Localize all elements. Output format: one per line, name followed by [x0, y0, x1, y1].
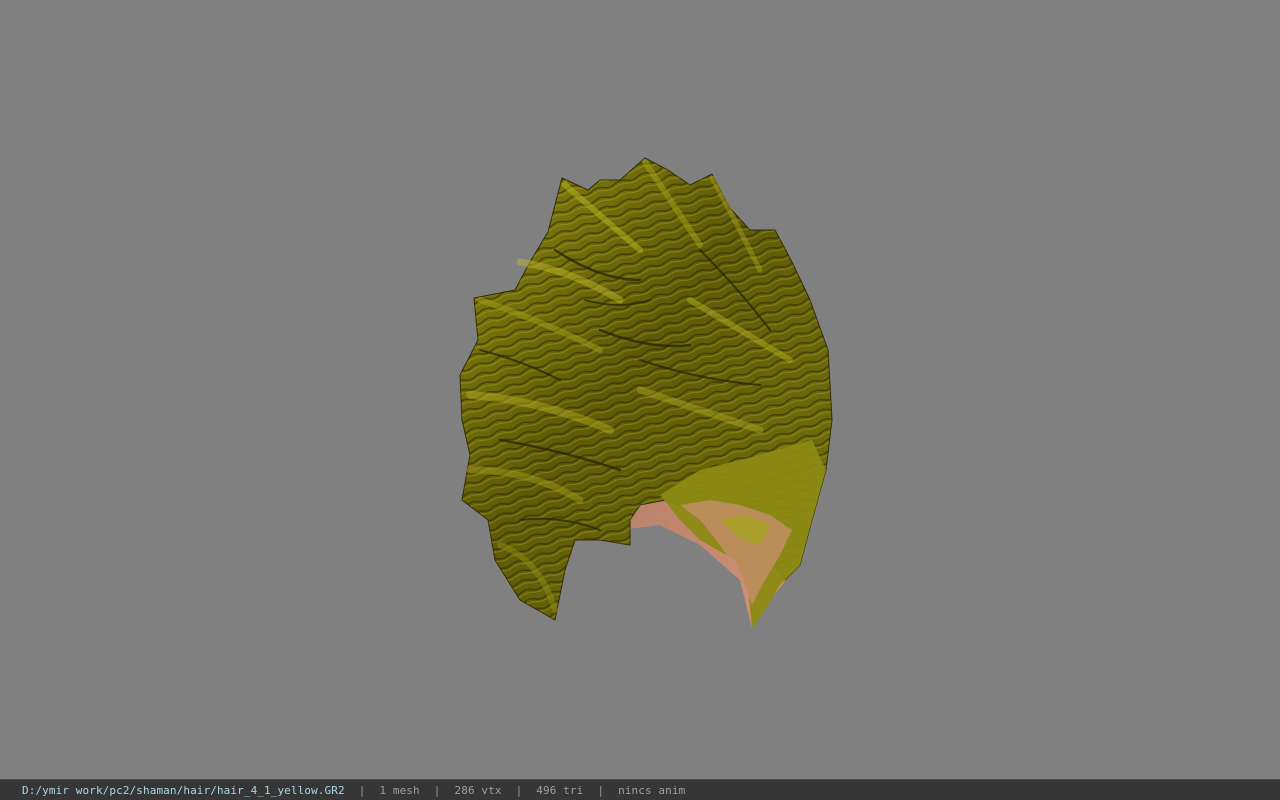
animation-info: nincs anim	[618, 783, 686, 797]
triangle-count: 496 tri	[536, 783, 584, 797]
3d-viewport[interactable]	[0, 0, 1280, 779]
mesh-count: 1 mesh	[379, 783, 420, 797]
separator: |	[358, 783, 366, 797]
hair-mesh-model[interactable]	[440, 150, 850, 640]
vertex-count: 286 vtx	[454, 783, 502, 797]
file-path: D:/ymir work/pc2/shaman/hair/hair_4_1_ye…	[22, 783, 345, 797]
separator: |	[433, 783, 441, 797]
separator: |	[515, 783, 523, 797]
status-bar: D:/ymir work/pc2/shaman/hair/hair_4_1_ye…	[0, 779, 1280, 800]
separator: |	[597, 783, 605, 797]
